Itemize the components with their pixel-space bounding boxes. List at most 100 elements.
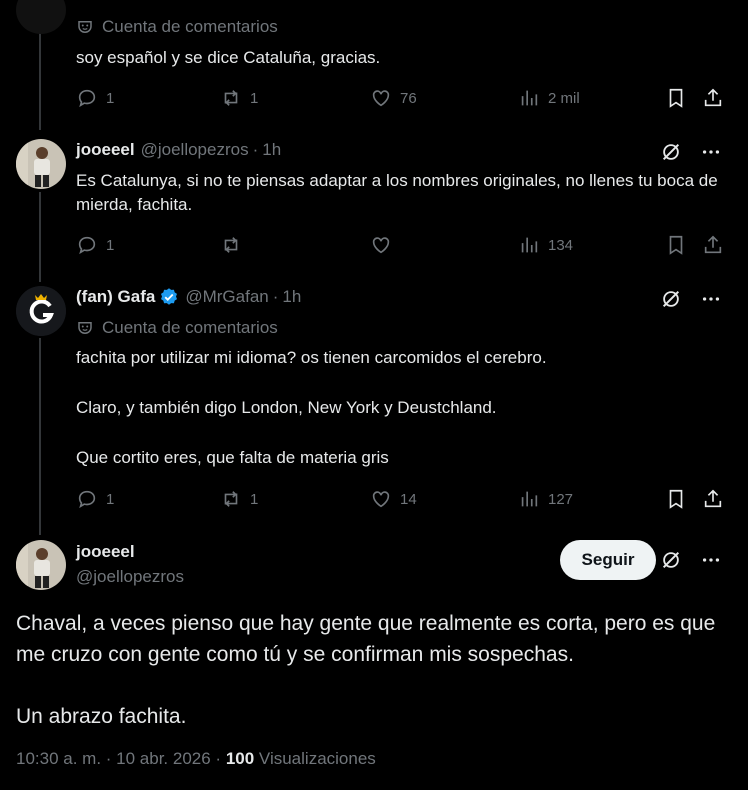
more-icon[interactable] — [700, 141, 722, 163]
avatar[interactable] — [16, 540, 66, 590]
tweet-header: (fan) Gafa @MrGafan · 1h — [76, 287, 301, 307]
views-label: Visualizaciones — [258, 749, 376, 768]
follow-button[interactable]: Seguir — [560, 540, 656, 580]
retweet-count: 1 — [250, 89, 259, 107]
bookmark-button[interactable] — [665, 87, 695, 109]
share-icon — [704, 88, 722, 107]
timestamp[interactable]: 10:30 a. m. · 10 abr. 2026 · — [16, 749, 221, 768]
avatar[interactable] — [16, 0, 66, 34]
tweet-paragraph: Chaval, a veces pienso que hay gente que… — [16, 612, 716, 666]
reply-icon — [78, 236, 96, 255]
share-button[interactable] — [702, 488, 732, 510]
tweet-time[interactable]: 1h — [282, 287, 301, 307]
tweet-top-icons — [660, 549, 722, 571]
chart-icon — [521, 90, 538, 106]
mask-icon — [78, 322, 92, 335]
more-icon[interactable] — [700, 549, 722, 571]
user-handle[interactable]: @joellopezros — [76, 567, 184, 587]
retweet-icon — [224, 90, 238, 106]
views-button[interactable]: 134 — [518, 234, 573, 256]
mask-icon — [78, 21, 92, 34]
avatar[interactable] — [16, 139, 66, 189]
separator-dot: · — [252, 140, 259, 159]
views-button[interactable]: 127 — [518, 488, 573, 510]
tweet-top-icons — [660, 288, 722, 310]
display-name[interactable]: jooeeel — [76, 140, 135, 160]
reply-button[interactable]: 1 — [76, 87, 114, 109]
like-button[interactable]: 76 — [370, 87, 417, 109]
tweet-paragraph: fachita por utilizar mi idioma? os tiene… — [76, 348, 547, 367]
verified-badge-icon — [161, 288, 178, 305]
label-text: Cuenta de comentarios — [102, 17, 278, 36]
tweet-text: Es Catalunya, si no te piensas adaptar a… — [76, 171, 718, 214]
thread-line — [39, 192, 41, 282]
display-name[interactable]: (fan) Gafa — [76, 287, 155, 307]
heart-icon — [372, 491, 390, 508]
reply-icon — [78, 490, 96, 509]
like-count: 76 — [400, 89, 417, 107]
tweet-time[interactable]: 1h — [262, 140, 281, 160]
bookmark-icon — [669, 235, 683, 255]
reply-button[interactable]: 1 — [76, 488, 114, 510]
grok-icon[interactable] — [660, 288, 682, 310]
retweet-icon — [224, 491, 238, 507]
display-name[interactable]: jooeeel — [76, 542, 135, 562]
views-count: 134 — [548, 236, 574, 254]
user-handle[interactable]: @joellopezros — [141, 140, 249, 160]
separator-dot: · — [272, 287, 279, 306]
reply-button[interactable]: 1 — [76, 234, 114, 256]
share-button[interactable] — [702, 87, 732, 109]
tweet-paragraph: Que cortito eres, que falta de materia g… — [76, 448, 389, 467]
heart-icon — [372, 237, 390, 254]
chart-icon — [521, 237, 538, 253]
chart-icon — [521, 491, 538, 507]
reply-count: 1 — [106, 89, 115, 107]
like-count: 14 — [400, 490, 417, 508]
gafa-logo-icon — [16, 286, 66, 336]
tweet-top-icons — [660, 141, 722, 163]
avatar[interactable] — [16, 286, 66, 336]
bookmark-icon — [669, 489, 683, 509]
reply-count: 1 — [106, 236, 115, 254]
tweet-paragraph: Claro, y también digo London, New York y… — [76, 398, 497, 417]
bookmark-icon — [669, 88, 683, 108]
tweet-paragraph: Un abrazo fachita. — [16, 705, 187, 728]
tweet-text: fachita por utilizar mi idioma? os tiene… — [76, 346, 736, 470]
comment-account-label: Cuenta de comentarios — [76, 318, 278, 338]
views-count: 127 — [548, 490, 574, 508]
label-text: Cuenta de comentarios — [102, 318, 278, 337]
retweet-icon — [224, 237, 238, 253]
grok-icon[interactable] — [660, 549, 682, 571]
user-photo-icon — [16, 139, 66, 189]
more-icon[interactable] — [700, 288, 722, 310]
user-handle[interactable]: @MrGafan — [185, 287, 268, 307]
retweet-button[interactable]: 1 — [220, 488, 258, 510]
user-photo-icon — [16, 540, 66, 590]
main-tweet-text: Chaval, a veces pienso que hay gente que… — [16, 608, 732, 732]
tweet-meta: 10:30 a. m. · 10 abr. 2026 · 100 Visuali… — [16, 749, 376, 769]
share-icon — [704, 235, 722, 254]
bookmark-button[interactable] — [665, 234, 695, 256]
views-button[interactable]: 2 mil — [518, 87, 580, 109]
tweet-header: jooeeel @joellopezros · 1h — [76, 140, 281, 160]
tweet-actions: 1 134 — [76, 234, 726, 258]
heart-icon — [372, 90, 390, 107]
views-count: 2 mil — [548, 89, 580, 107]
like-button[interactable] — [370, 234, 400, 256]
views-count: 100 — [225, 749, 255, 768]
retweet-button[interactable] — [220, 234, 250, 256]
share-icon — [704, 489, 722, 508]
reply-icon — [78, 89, 96, 108]
retweet-count: 1 — [250, 490, 259, 508]
grok-icon[interactable] — [660, 141, 682, 163]
bookmark-button[interactable] — [665, 488, 695, 510]
share-button[interactable] — [702, 234, 732, 256]
like-button[interactable]: 14 — [370, 488, 417, 510]
reply-count: 1 — [106, 490, 115, 508]
retweet-button[interactable]: 1 — [220, 87, 258, 109]
tweet-actions: 1 1 14 127 — [76, 488, 726, 512]
tweet-actions: 1 1 76 2 mil — [76, 87, 726, 111]
comment-account-label: Cuenta de comentarios — [76, 17, 278, 37]
thread-line — [39, 338, 41, 535]
tweet-text: soy español y se dice Cataluña, gracias. — [76, 48, 381, 67]
